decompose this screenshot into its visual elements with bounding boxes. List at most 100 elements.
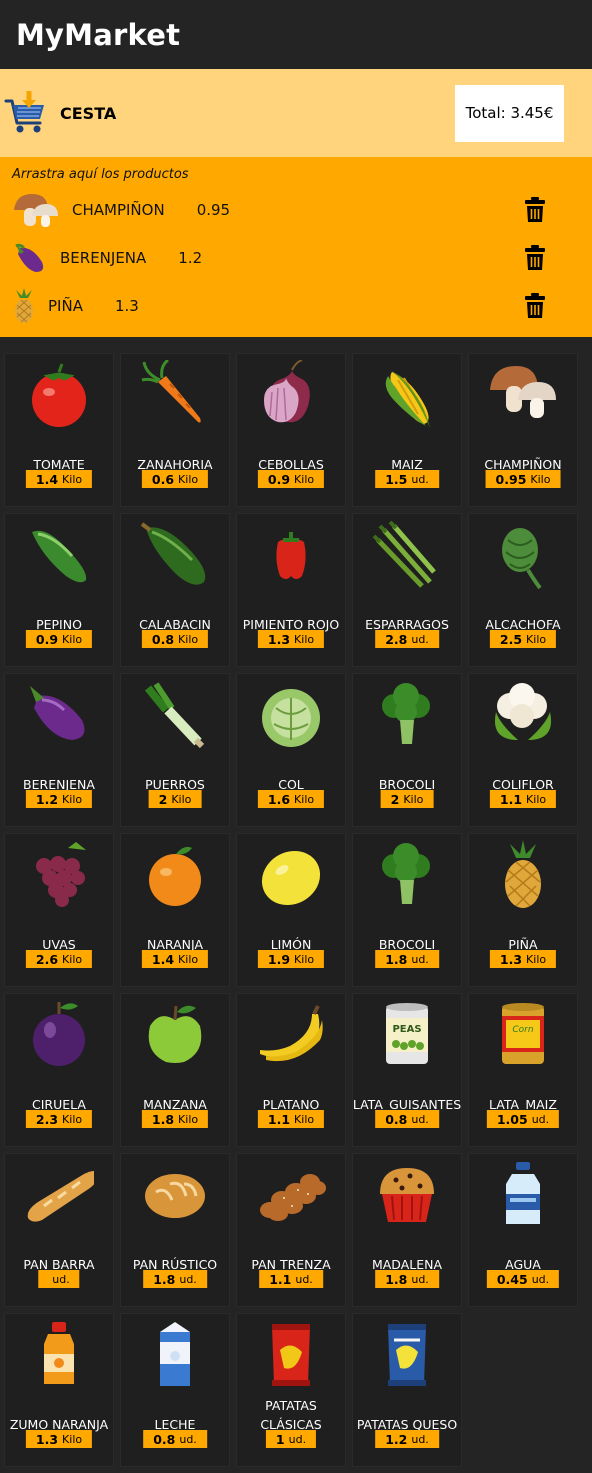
product-price: 2.5 xyxy=(499,631,523,647)
product-card[interactable]: PEAS LATA_GUISANTES 0.8 ud. xyxy=(352,993,462,1147)
product-card[interactable]: PATATAS CLÁSICAS 1 ud. xyxy=(236,1313,346,1467)
orange-juice-icon xyxy=(44,1322,74,1384)
product-name: PATATAS CLÁSICAS xyxy=(260,1398,322,1432)
product-name: COL xyxy=(278,777,304,792)
product-name: COLIFLOR xyxy=(492,777,554,792)
corn-icon xyxy=(385,370,430,428)
water-bottle-icon xyxy=(506,1162,540,1224)
product-name: UVAS xyxy=(42,937,76,952)
product-name: PAN TRENZA xyxy=(251,1257,331,1272)
product-card[interactable]: LIMÓN 1.9 Kilo xyxy=(236,833,346,987)
price-tag: 1.4 Kilo xyxy=(25,470,93,488)
product-card[interactable]: PAN BARRA ud. xyxy=(4,1153,114,1307)
price-tag: 0.6 Kilo xyxy=(141,470,209,488)
product-unit: Kilo xyxy=(178,472,199,486)
product-card[interactable]: PAN RÚSTICO 1.8 ud. xyxy=(120,1153,230,1307)
chips-cheese-icon xyxy=(388,1324,426,1386)
product-card[interactable]: PAN TRENZA 1.1 ud. xyxy=(236,1153,346,1307)
product-card[interactable]: PIÑA 1.3 Kilo xyxy=(468,833,578,987)
product-unit: Kilo xyxy=(178,1112,199,1126)
cart-total: Total: 3.45€ xyxy=(455,84,564,142)
product-card[interactable]: PUERROS 2 Kilo xyxy=(120,673,230,827)
can-label: PEAS xyxy=(392,1024,421,1035)
product-card[interactable]: BROCOLI 1.8 ud. xyxy=(352,833,462,987)
trash-icon[interactable] xyxy=(524,197,546,223)
product-price: 1.4 xyxy=(151,951,175,967)
product-card[interactable]: COL 1.6 Kilo xyxy=(236,673,346,827)
product-name: PLATANO xyxy=(262,1097,320,1112)
product-unit: Kilo xyxy=(526,792,547,806)
rustic-bread-icon xyxy=(145,1174,205,1218)
product-card[interactable]: MAIZ 1.5 ud. xyxy=(352,353,462,507)
trash-icon[interactable] xyxy=(524,293,546,319)
product-name: LIMÓN xyxy=(270,937,312,952)
price-tag: 1.6 Kilo xyxy=(257,790,325,808)
basket-item-price: 1.2 xyxy=(178,249,203,267)
product-card[interactable]: CALABACIN 0.8 Kilo xyxy=(120,513,230,667)
product-name: AGUA xyxy=(505,1257,541,1272)
product-card[interactable]: COLIFLOR 1.1 Kilo xyxy=(468,673,578,827)
drop-hint: Arrastra aquí los productos xyxy=(12,167,189,182)
product-price: 0.9 xyxy=(267,471,291,487)
product-card[interactable]: ALCACHOFA 2.5 Kilo xyxy=(468,513,578,667)
grapes-icon xyxy=(36,842,86,907)
product-card[interactable]: CIRUELA 2.3 Kilo xyxy=(4,993,114,1147)
product-card[interactable]: ESPARRAGOS 2.8 ud. xyxy=(352,513,462,667)
trash-icon[interactable] xyxy=(524,245,546,271)
mushroom-icon xyxy=(12,190,60,230)
product-card[interactable]: BROCOLI 2 Kilo xyxy=(352,673,462,827)
product-unit: Kilo xyxy=(530,472,551,486)
product-unit: Kilo xyxy=(62,472,83,486)
price-tag: 0.9 Kilo xyxy=(257,470,325,488)
price-tag: 2.5 Kilo xyxy=(489,630,557,648)
product-card[interactable]: Corn LATA_MAIZ 1.05 ud. xyxy=(468,993,578,1147)
product-card[interactable]: PIMIENTO ROJO 1.3 Kilo xyxy=(236,513,346,667)
price-tag: 2 Kilo xyxy=(148,790,202,808)
product-card[interactable]: UVAS 2.6 Kilo xyxy=(4,833,114,987)
product-unit: ud. xyxy=(179,1272,197,1286)
banana-icon xyxy=(260,1005,323,1062)
product-card[interactable]: NARANJA 1.4 Kilo xyxy=(120,833,230,987)
product-name: LECHE xyxy=(154,1417,196,1432)
product-price: 1.8 xyxy=(385,951,408,967)
braided-bread-icon xyxy=(260,1174,326,1221)
product-card[interactable]: MANZANA 1.8 Kilo xyxy=(120,993,230,1147)
product-card[interactable]: AGUA 0.45 ud. xyxy=(468,1153,578,1307)
product-unit: ud. xyxy=(52,1272,70,1286)
product-name: ZUMO NARANJA xyxy=(9,1417,109,1432)
product-price: 1.1 xyxy=(267,1111,291,1127)
price-tag: 2.8 ud. xyxy=(375,630,439,648)
product-card[interactable]: ZUMO NARANJA 1.3 Kilo xyxy=(4,1313,114,1467)
product-name: LATA_MAIZ xyxy=(489,1097,557,1112)
corn-can-icon: Corn xyxy=(502,1003,544,1064)
basket-item-name: BERENJENA xyxy=(60,249,147,267)
product-card[interactable]: PEPINO 0.9 Kilo xyxy=(4,513,114,667)
product-name: CHAMPIÑON xyxy=(484,457,562,472)
product-card[interactable]: PATATAS QUESO 1.2 ud. xyxy=(352,1313,462,1467)
product-card[interactable]: CEBOLLAS 0.9 Kilo xyxy=(236,353,346,507)
product-card[interactable]: PLATANO 1.1 Kilo xyxy=(236,993,346,1147)
product-price: 0.6 xyxy=(151,471,175,487)
product-card[interactable]: BERENJENA 1.2 Kilo xyxy=(4,673,114,827)
cucumber-icon xyxy=(32,530,87,583)
product-card[interactable]: MADALENA 1.8 ud. xyxy=(352,1153,462,1307)
product-card[interactable]: ZANAHORIA 0.6 Kilo xyxy=(120,353,230,507)
carrot-icon xyxy=(141,360,201,423)
product-name: PATATAS QUESO xyxy=(356,1417,458,1432)
cart-drop-zone[interactable]: Arrastra aquí los productos CHAMPIÑON 0.… xyxy=(0,157,592,337)
product-card[interactable]: TOMATE 1.4 Kilo xyxy=(4,353,114,507)
product-price: 1.4 xyxy=(35,471,59,487)
lemon-icon xyxy=(261,850,321,906)
product-unit: ud. xyxy=(411,1432,429,1446)
price-tag: 1.1 ud. xyxy=(259,1270,323,1288)
basket-item: CHAMPIÑON 0.95 xyxy=(12,186,580,234)
product-price: 2 xyxy=(158,791,168,807)
product-card[interactable]: CHAMPIÑON 0.95 Kilo xyxy=(468,353,578,507)
product-unit: ud. xyxy=(411,952,429,966)
product-card[interactable]: LECHE 0.8 ud. xyxy=(120,1313,230,1467)
product-price: 1.8 xyxy=(151,1111,175,1127)
app-title: MyMarket xyxy=(16,17,181,52)
product-unit: Kilo xyxy=(403,792,424,806)
product-unit: Kilo xyxy=(62,952,83,966)
price-tag: 1.1 Kilo xyxy=(257,1110,325,1128)
